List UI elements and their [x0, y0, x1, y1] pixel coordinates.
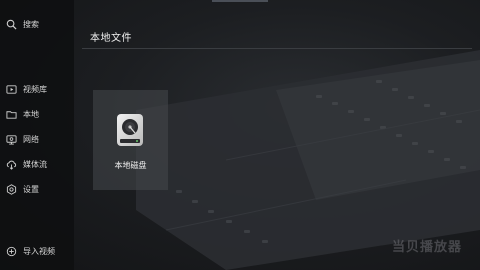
- hard-disk-icon: [117, 114, 143, 146]
- import-video-button[interactable]: 导入视频: [6, 243, 55, 259]
- sidebar-item-label: 媒体流: [23, 159, 47, 169]
- add-circle-icon: [6, 246, 17, 257]
- sidebar-item-label: 网络: [23, 134, 39, 144]
- sidebar-item-video-library[interactable]: 视频库: [6, 81, 47, 97]
- watermark-logo: 当贝播放器: [392, 240, 463, 255]
- sidebar-item-label: 设置: [23, 184, 39, 194]
- sidebar-item-local[interactable]: 本地: [6, 106, 39, 122]
- sidebar-item-label: 本地: [23, 109, 39, 119]
- import-video-label: 导入视频: [23, 246, 55, 256]
- top-indicator: [212, 0, 268, 2]
- page-title: 本地文件: [90, 33, 132, 44]
- sidebar-item-settings[interactable]: 设置: [6, 181, 39, 197]
- video-library-icon: [6, 84, 17, 95]
- gear-icon: [6, 183, 17, 195]
- sidebar-item-label: 搜索: [23, 19, 39, 29]
- sidebar-item-search[interactable]: 搜索: [6, 16, 39, 32]
- local-disk-label: 本地磁盘: [114, 161, 147, 170]
- sidebar-item-label: 视频库: [23, 84, 47, 94]
- app-window: 搜索 视频库 本地 网络 媒体流 设置 导入视频 本地文件 本地磁盘 当贝播放器: [0, 0, 480, 270]
- local-disk-item[interactable]: 本地磁盘: [93, 90, 168, 190]
- title-divider: [82, 48, 472, 49]
- folder-icon: [6, 109, 17, 120]
- cloud-stream-icon: [6, 159, 17, 170]
- sidebar-item-media-stream[interactable]: 媒体流: [6, 156, 47, 172]
- search-icon: [6, 19, 17, 30]
- network-icon: [6, 134, 17, 145]
- sidebar-item-network[interactable]: 网络: [6, 131, 39, 147]
- sidebar: 搜索 视频库 本地 网络 媒体流 设置 导入视频: [0, 0, 74, 270]
